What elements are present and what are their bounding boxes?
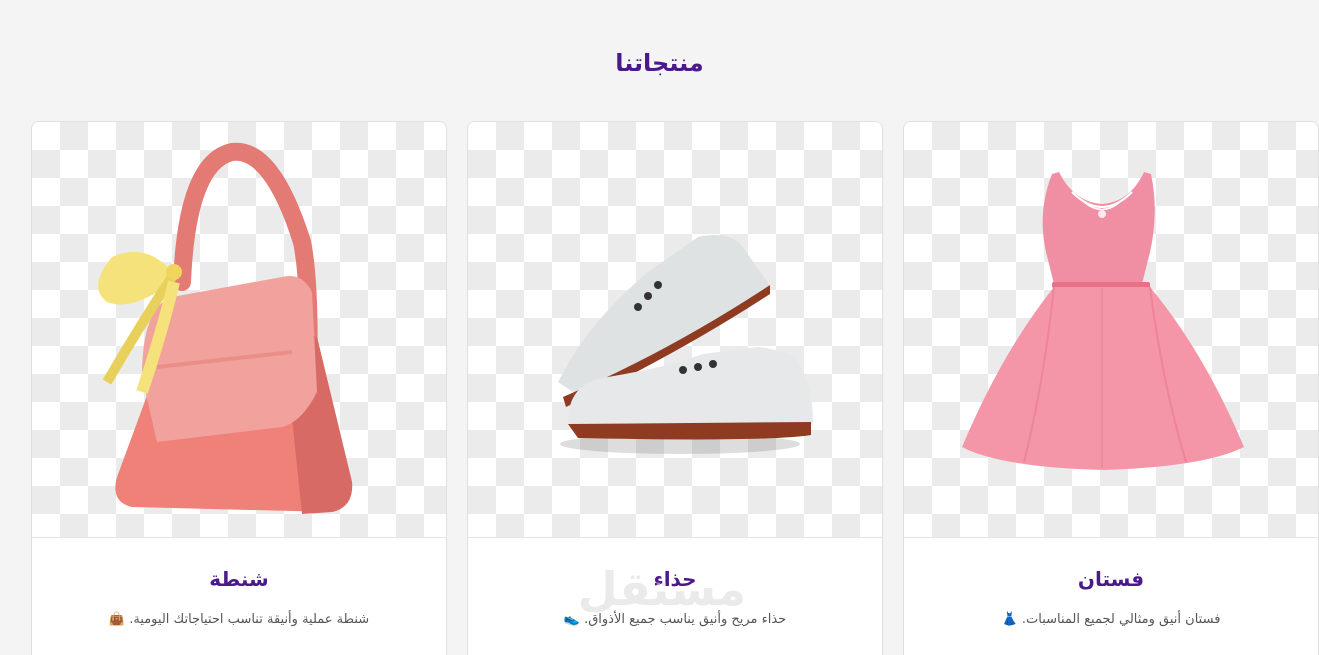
product-card-shoes[interactable]: حذاء حذاء مريح وأنيق يناسب جميع الأذواق.… — [467, 121, 883, 655]
dress-icon — [962, 172, 1244, 470]
product-title: فستان — [1077, 567, 1145, 591]
product-title: شنطة — [209, 567, 269, 591]
sneakers-icon — [558, 234, 813, 454]
product-image-dress[interactable] — [904, 122, 1318, 538]
product-description: حذاء مريح وأنيق يناسب جميع الأذواق. 👟 — [563, 612, 787, 627]
product-card-bag[interactable]: شنطة شنطة عملية وأنيقة تناسب احتياجاتك ا… — [31, 121, 447, 655]
product-title: حذاء — [653, 567, 697, 591]
handbag-icon — [98, 142, 353, 514]
bag-emoji-icon: 👜 — [108, 612, 126, 627]
product-description: فستان أنيق ومثالي لجميع المناسبات. 👗 — [1001, 612, 1221, 627]
products-grid: فستان فستان أنيق ومثالي لجميع المناسبات.… — [27, 121, 1319, 655]
product-info-bag: شنطة شنطة عملية وأنيقة تناسب احتياجاتك ا… — [32, 538, 446, 630]
product-description: شنطة عملية وأنيقة تناسب احتياجاتك اليومي… — [108, 612, 370, 627]
product-card-dress[interactable]: فستان فستان أنيق ومثالي لجميع المناسبات.… — [903, 121, 1319, 655]
product-image-bag[interactable] — [32, 122, 446, 538]
page: منتجاتنا فستان فستان أنيق ومثالي لجميع ا… — [0, 0, 1319, 655]
dress-emoji-icon: 👗 — [1001, 612, 1018, 627]
product-image-shoes[interactable] — [468, 122, 882, 538]
product-info-dress: فستان فستان أنيق ومثالي لجميع المناسبات.… — [904, 538, 1318, 630]
shoe-emoji-icon: 👟 — [563, 612, 580, 627]
product-info-shoes: حذاء حذاء مريح وأنيق يناسب جميع الأذواق.… — [468, 538, 882, 630]
section-title: منتجاتنا — [615, 49, 704, 77]
